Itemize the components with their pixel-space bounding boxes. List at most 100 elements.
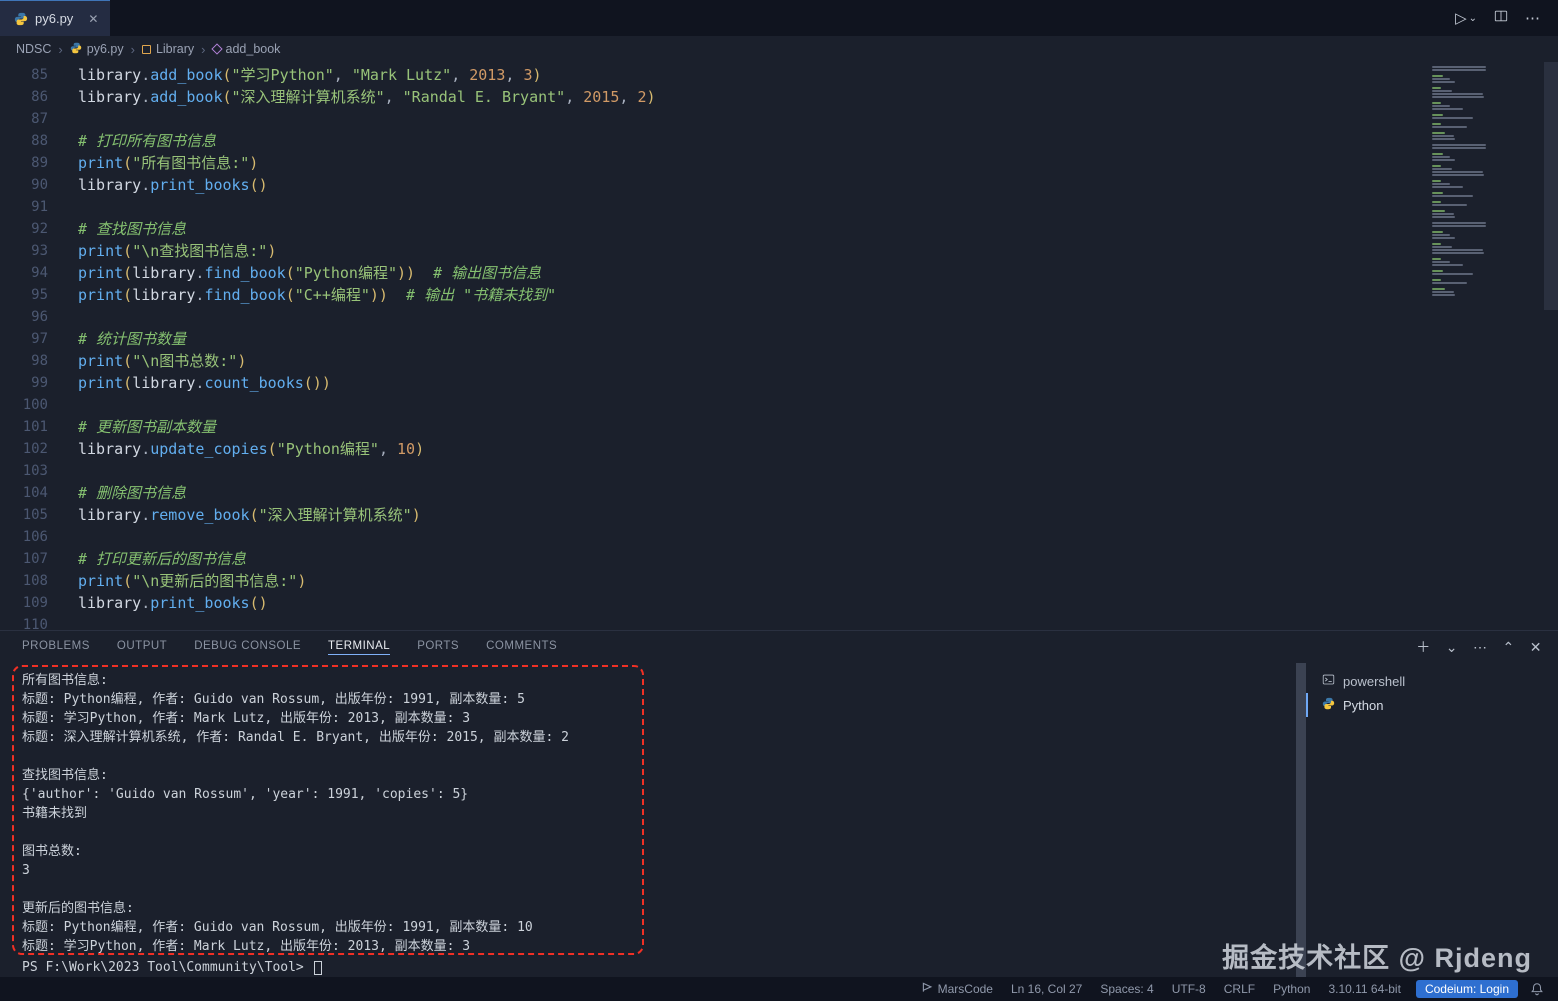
code-line[interactable]: 105 library.remove_book("深入理解计算机系统") [0, 504, 1558, 526]
terminal-view[interactable]: 所有图书信息: 标题: Python编程, 作者: Guido van Rossu… [0, 663, 1296, 977]
statusbar-indentation[interactable]: Spaces: 4 [1091, 982, 1162, 996]
line-content: # 更新图书副本数量 [78, 418, 217, 436]
code-line[interactable]: 97 # 统计图书数量 [0, 328, 1558, 350]
statusbar-codeium-login[interactable]: Codeium: Login [1415, 980, 1518, 998]
editor-tab-py6[interactable]: py6.py ✕ [0, 0, 111, 36]
code-lines: 85 library.add_book("学习Python", "Mark Lut… [0, 64, 1558, 630]
minimap-line [1432, 225, 1486, 227]
terminal-line: 所有图书信息: [22, 673, 108, 688]
code-line[interactable]: 85 library.add_book("学习Python", "Mark Lut… [0, 64, 1558, 86]
code-line[interactable]: 86 library.add_book("深入理解计算机系统", "Randal … [0, 86, 1558, 108]
minimap-line [1432, 126, 1467, 128]
minimap-line [1432, 144, 1486, 146]
more-actions-button[interactable]: ⋯ [1525, 9, 1540, 27]
minimap-line [1432, 174, 1484, 176]
code-line[interactable]: 87 [0, 108, 1558, 130]
panel-close-button[interactable]: ✕ [1530, 639, 1542, 656]
minimap-line [1432, 282, 1467, 284]
minimap-line [1432, 216, 1455, 218]
line-content: library.print_books() [78, 594, 268, 612]
breadcrumb-item-class[interactable]: Library [141, 42, 194, 56]
minimap-line [1432, 183, 1450, 185]
panel-tab-ports[interactable]: PORTS [417, 640, 459, 655]
code-line[interactable]: 108 print("\n更新后的图书信息:") [0, 570, 1558, 592]
terminal-dropdown-icon[interactable]: ⌄ [1446, 639, 1458, 656]
minimap-line [1432, 279, 1441, 281]
code-line[interactable]: 101 # 更新图书副本数量 [0, 416, 1558, 438]
code-editor[interactable]: 85 library.add_book("学习Python", "Mark Lut… [0, 62, 1558, 630]
statusbar-encoding[interactable]: UTF-8 [1163, 982, 1215, 996]
code-line[interactable]: 98 print("\n图书总数:") [0, 350, 1558, 372]
line-content: library.add_book("学习Python", "Mark Lutz"… [78, 66, 542, 84]
panel-tab-terminal[interactable]: TERMINAL [328, 640, 391, 655]
code-line[interactable]: 103 [0, 460, 1558, 482]
code-line[interactable]: 107 # 打印更新后的图书信息 [0, 548, 1558, 570]
editor-scrollbar[interactable] [1544, 62, 1558, 310]
breadcrumb-item-method[interactable]: add_book [210, 42, 280, 56]
split-editor-button[interactable] [1494, 9, 1508, 27]
panel-tab-output[interactable]: OUTPUT [117, 640, 167, 655]
panel-more-button[interactable]: ⋯ [1473, 639, 1488, 656]
code-line[interactable]: 109 library.print_books() [0, 592, 1558, 614]
code-line[interactable]: 102 library.update_copies("Python编程", 10) [0, 438, 1558, 460]
status-bar: MarsCode Ln 16, Col 27 Spaces: 4 UTF-8 C… [0, 977, 1558, 1001]
code-line[interactable]: 93 print("\n查找图书信息:") [0, 240, 1558, 262]
minimap-line [1432, 102, 1441, 104]
breadcrumb-item-folder[interactable]: NDSC [16, 42, 51, 56]
code-line[interactable]: 95 print(library.find_book("C++编程")) # 输出… [0, 284, 1558, 306]
statusbar-cursor-position[interactable]: Ln 16, Col 27 [1002, 982, 1091, 996]
panel-tab-comments[interactable]: COMMENTS [486, 640, 557, 655]
breadcrumb-item-file[interactable]: py6.py [70, 42, 124, 57]
code-line[interactable]: 99 print(library.count_books()) [0, 372, 1558, 394]
notifications-bell-icon[interactable] [1524, 982, 1550, 996]
line-content: print("\n查找图书信息:") [78, 242, 277, 260]
statusbar-interpreter[interactable]: 3.10.11 64-bit [1319, 982, 1410, 996]
minimap-line [1432, 270, 1443, 272]
code-line[interactable]: 91 [0, 196, 1558, 218]
vscode-window: py6.py ✕ ▷ ⌄ ⋯ NDSC › py6.py › Library › [0, 0, 1558, 1001]
minimap-line [1432, 96, 1484, 98]
minimap-line [1432, 66, 1486, 68]
minimap-line [1432, 117, 1473, 119]
terminal-line: 标题: 深入理解计算机系统, 作者: Randal E. Bryant, 出版年… [22, 730, 569, 745]
line-content: print(library.count_books()) [78, 374, 331, 392]
minimap-line [1432, 195, 1473, 197]
code-line[interactable]: 96 [0, 306, 1558, 328]
breadcrumb-separator: › [130, 41, 135, 57]
breadcrumb: NDSC › py6.py › Library › add_book [0, 36, 1558, 62]
code-line[interactable]: 104 # 删除图书信息 [0, 482, 1558, 504]
terminal-prompt-line[interactable]: PS F:\Work\2023 Tool\Community\Tool> [22, 958, 1296, 977]
python-file-icon [14, 12, 28, 26]
tab-close-icon[interactable]: ✕ [88, 12, 98, 26]
code-line[interactable]: 100 [0, 394, 1558, 416]
minimap-line [1432, 123, 1441, 125]
panel-tab-problems[interactable]: PROBLEMS [22, 640, 90, 655]
code-line[interactable]: 89 print("所有图书信息:") [0, 152, 1558, 174]
code-line[interactable]: 94 print(library.find_book("Python编程")) #… [0, 262, 1558, 284]
code-line[interactable]: 110 [0, 614, 1558, 630]
terminal-line: {'author': 'Guido van Rossum', 'year': 1… [22, 787, 469, 802]
tab-title: py6.py [35, 11, 74, 26]
statusbar-marscode[interactable]: MarsCode [913, 982, 1002, 996]
minimap-line [1432, 186, 1463, 188]
code-line[interactable]: 90 library.print_books() [0, 174, 1558, 196]
code-line[interactable]: 92 # 查找图书信息 [0, 218, 1558, 240]
minimap-line [1432, 78, 1450, 80]
terminal-scrollbar[interactable] [1296, 663, 1306, 977]
terminal-process-python[interactable]: Python [1306, 693, 1558, 717]
statusbar-language[interactable]: Python [1264, 982, 1319, 996]
code-line[interactable]: 88 # 打印所有图书信息 [0, 130, 1558, 152]
minimap[interactable] [1432, 66, 1490, 300]
statusbar-eol[interactable]: CRLF [1215, 982, 1264, 996]
run-button[interactable]: ▷ ⌄ [1455, 9, 1477, 27]
panel-maximize-button[interactable]: ⌃ [1503, 639, 1515, 656]
panel-tab-debug-console[interactable]: DEBUG CONSOLE [194, 640, 301, 655]
line-number: 104 [22, 485, 48, 501]
line-content: # 打印所有图书信息 [78, 132, 217, 150]
line-content: # 删除图书信息 [78, 484, 187, 502]
code-line[interactable]: 106 [0, 526, 1558, 548]
new-terminal-button[interactable]: ＋ [1416, 637, 1431, 657]
line-content: library.remove_book("深入理解计算机系统") [78, 506, 421, 524]
terminal-process-powershell[interactable]: powershell [1306, 669, 1558, 693]
bottom-panel: PROBLEMS OUTPUT DEBUG CONSOLE TERMINAL P… [0, 630, 1558, 977]
